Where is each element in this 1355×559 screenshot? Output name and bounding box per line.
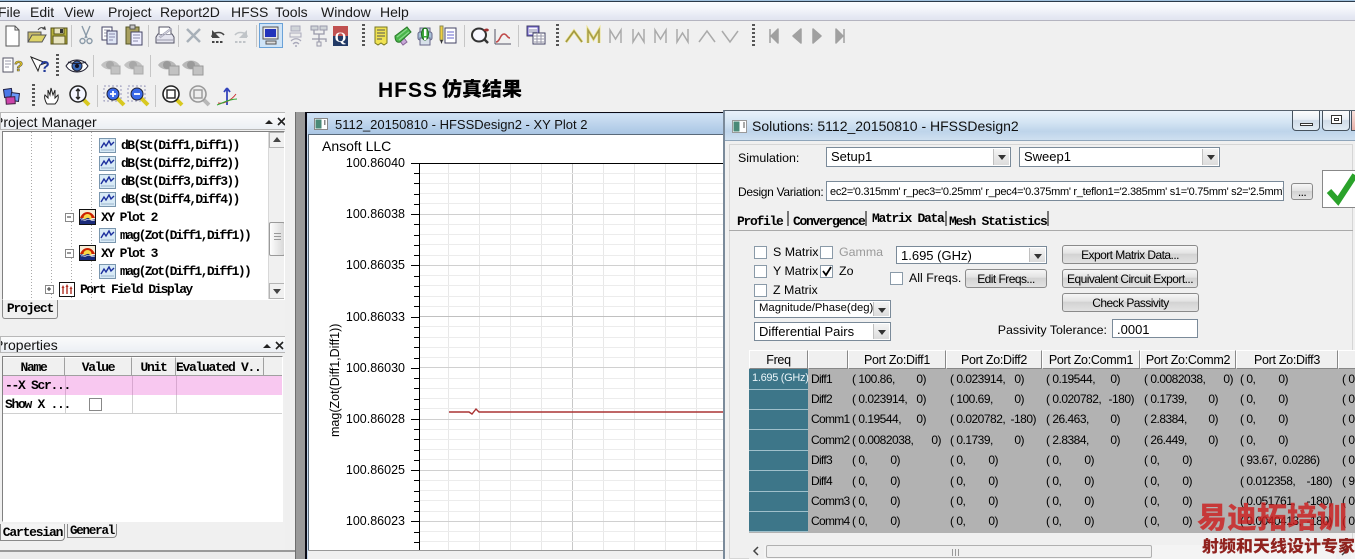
svg-text:Q: Q — [335, 30, 347, 46]
svg-text:mag(Zot(Diff1,Diff1)): mag(Zot(Diff1,Diff1)) — [328, 324, 342, 437]
svg-text:?: ? — [40, 59, 50, 76]
svg-text:?: ? — [14, 58, 23, 75]
